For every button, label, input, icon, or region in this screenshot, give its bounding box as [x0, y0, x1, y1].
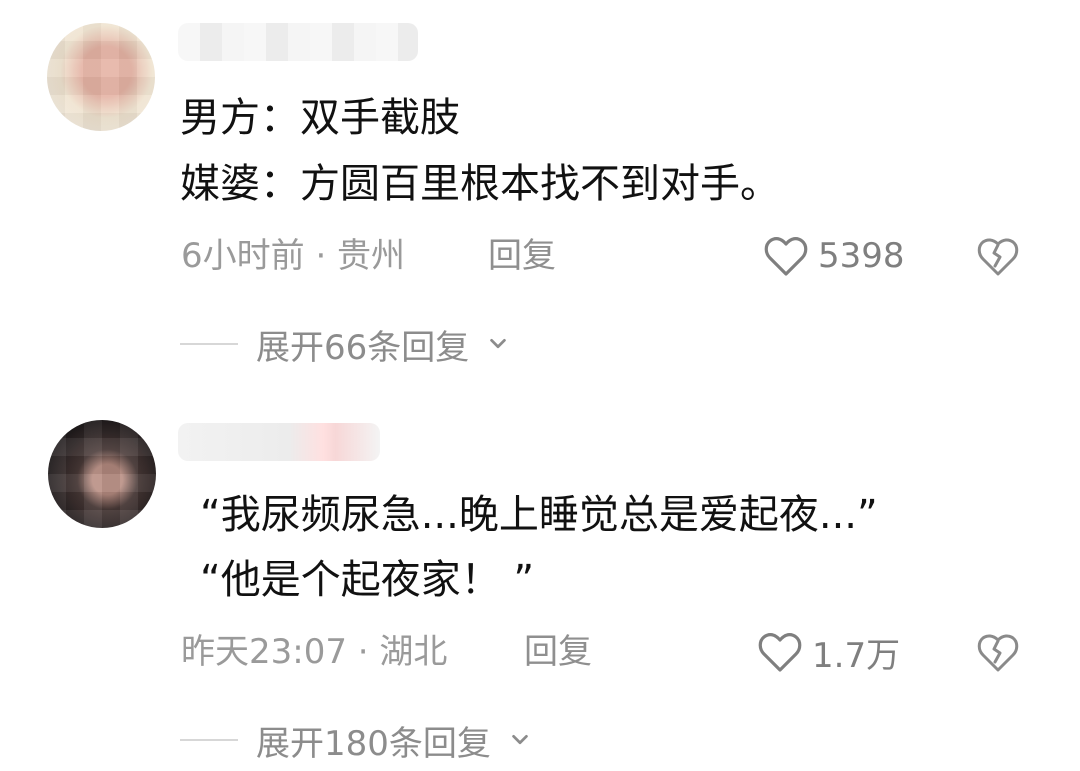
- heart-outline-icon: [762, 234, 810, 278]
- like-button[interactable]: 5398: [762, 236, 905, 276]
- expand-replies-button[interactable]: 展开66条回复: [180, 324, 509, 368]
- username-redacted[interactable]: [178, 423, 380, 461]
- chevron-down-icon: [509, 729, 531, 751]
- reply-button[interactable]: 回复: [524, 632, 592, 672]
- dislike-button[interactable]: [975, 629, 1021, 675]
- expand-replies-button[interactable]: 展开180条回复: [180, 720, 531, 764]
- expand-replies-label: 展开66条回复: [256, 327, 470, 368]
- broken-heart-icon: [975, 235, 1021, 277]
- username-redacted[interactable]: [178, 23, 418, 61]
- chevron-down-icon: [487, 333, 509, 355]
- comment-text-line: “我尿频尿急...晚上睡觉总是爱起夜...”: [200, 492, 878, 538]
- like-button[interactable]: 1.7万: [756, 630, 900, 676]
- comment-text-line: “他是个起夜家！ ”: [200, 557, 535, 603]
- dislike-button[interactable]: [975, 233, 1021, 279]
- reply-button[interactable]: 回复: [488, 236, 556, 276]
- comment-meta: 6小时前 · 贵州: [181, 236, 406, 276]
- avatar[interactable]: [48, 420, 156, 528]
- divider: [180, 739, 238, 741]
- divider: [180, 343, 238, 345]
- comment-text-line: 男方：双手截肢: [180, 95, 460, 141]
- comment-meta: 昨天23:07 · 湖北: [181, 632, 448, 672]
- like-count: 1.7万: [812, 635, 901, 676]
- heart-outline-icon: [756, 630, 804, 674]
- broken-heart-icon: [975, 631, 1021, 673]
- avatar[interactable]: [47, 23, 155, 131]
- like-count: 5398: [818, 236, 905, 276]
- expand-replies-label: 展开180条回复: [256, 723, 491, 764]
- comment-text-line: 媒婆：方圆百里根本找不到对手。: [180, 161, 780, 207]
